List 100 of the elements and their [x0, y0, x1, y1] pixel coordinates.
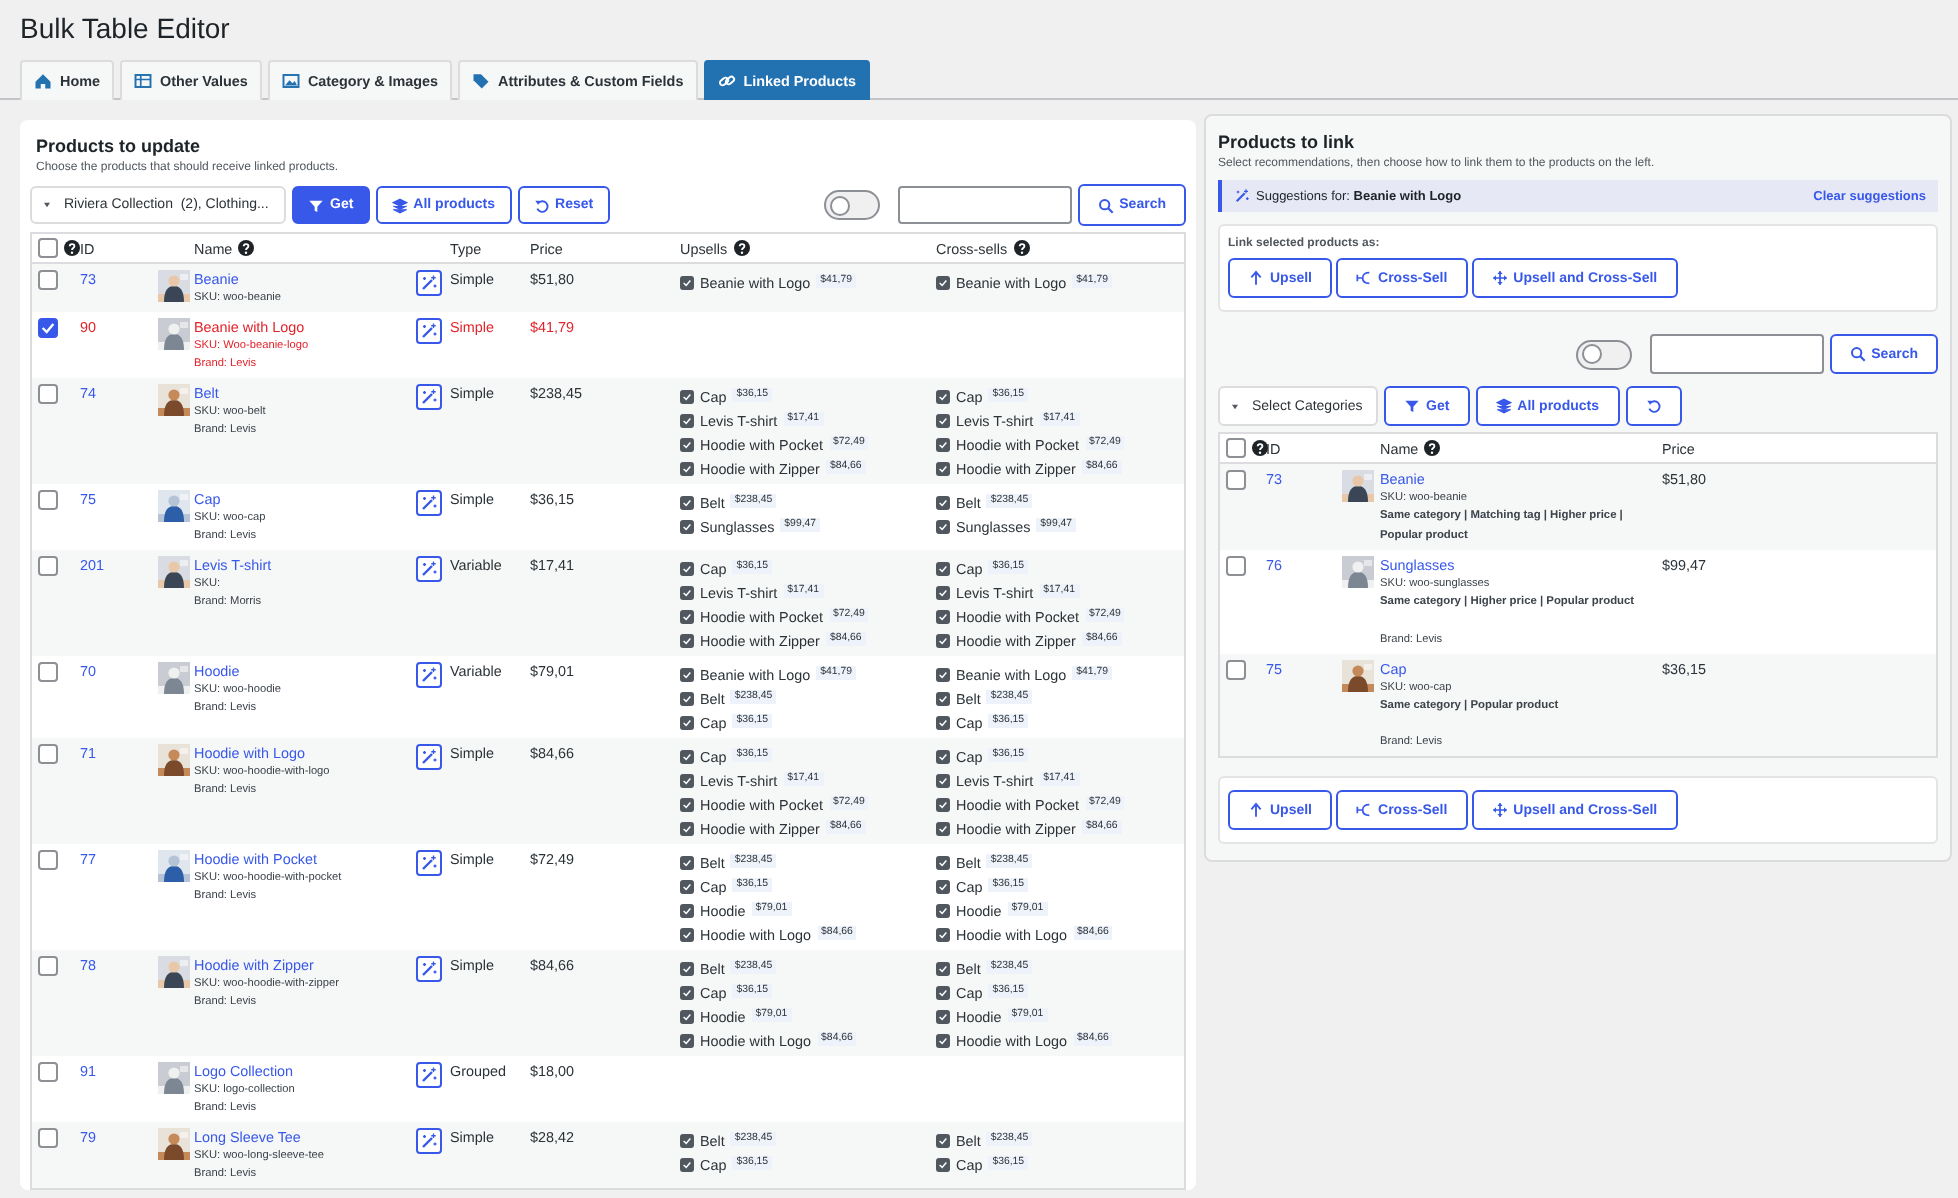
linked-checkbox[interactable]	[680, 520, 694, 534]
linked-checkbox[interactable]	[680, 276, 694, 290]
suggest-button[interactable]	[416, 384, 442, 410]
linked-checkbox[interactable]	[680, 880, 694, 894]
linked-checkbox[interactable]	[680, 856, 694, 870]
magic-wand-icon	[420, 960, 438, 978]
linked-checkbox[interactable]	[680, 904, 694, 918]
suggest-button[interactable]	[416, 270, 442, 296]
linked-checkbox[interactable]	[936, 750, 950, 764]
branch-icon	[1356, 802, 1373, 818]
suggest-button[interactable]	[416, 318, 442, 344]
row-checkbox[interactable]	[38, 1128, 58, 1148]
undo-icon	[1645, 398, 1662, 414]
linked-checkbox[interactable]	[680, 438, 694, 452]
linked-checkbox[interactable]	[936, 774, 950, 788]
linked-checkbox[interactable]	[936, 880, 950, 894]
linked-checkbox[interactable]	[936, 986, 950, 1000]
suggest-button[interactable]	[416, 744, 442, 770]
magic-wand-icon	[420, 748, 438, 766]
undo-icon	[533, 197, 550, 213]
linked-checkbox[interactable]	[680, 562, 694, 576]
suggest-button[interactable]	[416, 490, 442, 516]
suggest-button[interactable]	[416, 662, 442, 688]
linked-checkbox[interactable]	[936, 562, 950, 576]
toggle-switch[interactable]	[823, 190, 880, 220]
linked-checkbox[interactable]	[680, 1158, 694, 1172]
row-checkbox[interactable]	[38, 744, 58, 764]
linked-checkbox[interactable]	[680, 798, 694, 812]
row-checkbox[interactable]	[38, 956, 58, 976]
linked-checkbox[interactable]	[936, 692, 950, 706]
row-checkbox[interactable]	[1226, 659, 1246, 679]
linked-checkbox[interactable]	[680, 668, 694, 682]
linked-checkbox[interactable]	[680, 586, 694, 600]
row-checkbox[interactable]	[38, 556, 58, 576]
arrow-up-icon	[1248, 270, 1264, 286]
linked-checkbox[interactable]	[680, 414, 694, 428]
linked-checkbox[interactable]	[936, 798, 950, 812]
linked-checkbox[interactable]	[680, 822, 694, 836]
linked-checkbox[interactable]	[936, 586, 950, 600]
suggest-button[interactable]	[416, 956, 442, 982]
linked-checkbox[interactable]	[936, 520, 950, 534]
linked-checkbox[interactable]	[936, 276, 950, 290]
linked-checkbox[interactable]	[680, 774, 694, 788]
linked-checkbox[interactable]	[936, 962, 950, 976]
linked-checkbox[interactable]	[680, 1134, 694, 1148]
linked-checkbox[interactable]	[936, 438, 950, 452]
linked-checkbox[interactable]	[680, 634, 694, 648]
suggest-button[interactable]	[416, 1062, 442, 1088]
reset-button[interactable]	[1625, 386, 1682, 426]
linked-checkbox[interactable]	[936, 414, 950, 428]
row-checkbox[interactable]	[38, 662, 58, 682]
suggest-button[interactable]	[416, 556, 442, 582]
linked-checkbox[interactable]	[680, 962, 694, 976]
row-checkbox[interactable]	[38, 384, 58, 404]
row-checkbox[interactable]	[1226, 556, 1246, 576]
row-checkbox[interactable]	[38, 490, 58, 510]
linked-checkbox[interactable]	[680, 1034, 694, 1048]
linked-checkbox[interactable]	[680, 1010, 694, 1024]
linked-checkbox[interactable]	[680, 390, 694, 404]
linked-checkbox[interactable]	[680, 692, 694, 706]
search-icon	[1097, 197, 1114, 213]
linked-checkbox[interactable]	[936, 1158, 950, 1172]
toggle-switch[interactable]	[1575, 339, 1632, 369]
row-checkbox[interactable]	[38, 270, 58, 290]
linked-checkbox[interactable]	[680, 750, 694, 764]
linked-checkbox[interactable]	[936, 634, 950, 648]
suggest-button[interactable]	[416, 1128, 442, 1154]
table-icon	[133, 72, 152, 90]
magic-wand-icon	[420, 388, 438, 406]
linked-checkbox[interactable]	[936, 1034, 950, 1048]
row-checkbox[interactable]	[38, 318, 58, 338]
select-all-checkbox[interactable]	[38, 238, 58, 258]
search-field[interactable]	[1649, 334, 1824, 374]
linked-checkbox[interactable]	[680, 610, 694, 624]
row-checkbox[interactable]	[38, 850, 58, 870]
linked-checkbox[interactable]	[680, 462, 694, 476]
linked-checkbox[interactable]	[936, 390, 950, 404]
linked-checkbox[interactable]	[936, 856, 950, 870]
select-all-checkbox[interactable]	[1226, 438, 1246, 458]
branch-icon	[1356, 270, 1373, 286]
linked-checkbox[interactable]	[936, 1134, 950, 1148]
linked-checkbox[interactable]	[936, 496, 950, 510]
suggest-button[interactable]	[416, 850, 442, 876]
home-icon	[34, 72, 52, 90]
row-checkbox[interactable]	[1226, 470, 1246, 490]
linked-checkbox[interactable]	[680, 716, 694, 730]
linked-checkbox[interactable]	[680, 928, 694, 942]
linked-checkbox[interactable]	[936, 610, 950, 624]
row-checkbox[interactable]	[38, 1062, 58, 1082]
linked-checkbox[interactable]	[936, 668, 950, 682]
linked-checkbox[interactable]	[936, 928, 950, 942]
search-icon	[1849, 346, 1866, 362]
linked-checkbox[interactable]	[936, 462, 950, 476]
linked-checkbox[interactable]	[936, 904, 950, 918]
search-field[interactable]	[897, 186, 1072, 224]
linked-checkbox[interactable]	[936, 822, 950, 836]
linked-checkbox[interactable]	[680, 986, 694, 1000]
linked-checkbox[interactable]	[680, 496, 694, 510]
linked-checkbox[interactable]	[936, 1010, 950, 1024]
linked-checkbox[interactable]	[936, 716, 950, 730]
